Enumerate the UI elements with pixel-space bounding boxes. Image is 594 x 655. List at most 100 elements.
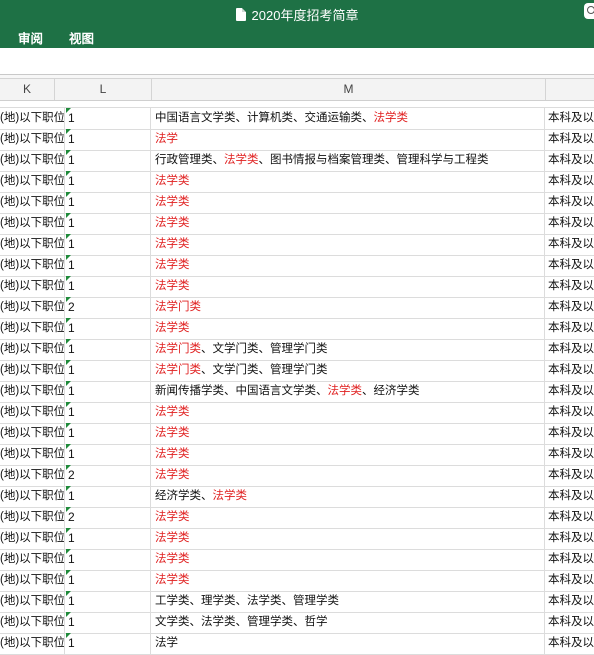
cell-l[interactable]: 1 xyxy=(66,633,151,654)
cell-n[interactable]: 本科及以 xyxy=(546,633,594,654)
cell-l[interactable]: 2 xyxy=(66,507,151,528)
cell-k[interactable]: (地)以下职位 xyxy=(0,150,65,171)
cell-k[interactable]: (地)以下职位 xyxy=(0,528,65,549)
formula-bar[interactable] xyxy=(0,48,594,75)
cell-k[interactable]: (地)以下职位 xyxy=(0,486,65,507)
cell-m[interactable]: 中国语言文学类、计算机类、交通运输类、法学类 xyxy=(152,108,545,129)
cell-l[interactable]: 1 xyxy=(66,402,151,423)
cell-m[interactable]: 法学类 xyxy=(152,507,545,528)
cell-k[interactable]: (地)以下职位 xyxy=(0,360,65,381)
spreadsheet-grid[interactable]: (地)以下职位 1 中国语言文学类、计算机类、交通运输类、法学类 本科及以 (地)以下职… xyxy=(0,101,594,655)
cell-l[interactable]: 1 xyxy=(66,612,151,633)
tab-review[interactable]: 审阅 xyxy=(18,28,43,47)
cell-m[interactable]: 法学类 xyxy=(152,255,545,276)
cell-l[interactable]: 1 xyxy=(66,255,151,276)
cell-k[interactable]: (地)以下职位 xyxy=(0,549,65,570)
cell-m[interactable]: 法学类 xyxy=(152,171,545,192)
cell-k[interactable]: (地)以下职位 xyxy=(0,423,65,444)
cell-k[interactable]: (地)以下职位 xyxy=(0,465,65,486)
cell-l[interactable]: 1 xyxy=(66,234,151,255)
cell-k[interactable]: (地)以下职位 xyxy=(0,255,65,276)
cell-n[interactable]: 本科及以 xyxy=(546,423,594,444)
column-header-n[interactable] xyxy=(546,79,594,100)
cell-k[interactable]: (地)以下职位 xyxy=(0,129,65,150)
cell-k[interactable]: (地)以下职位 xyxy=(0,192,65,213)
cell-m[interactable]: 行政管理类、法学类、图书情报与档案管理类、管理科学与工程类 xyxy=(152,150,545,171)
cell-l[interactable]: 1 xyxy=(66,486,151,507)
column-header-m[interactable]: M xyxy=(152,79,546,100)
cell-l[interactable]: 1 xyxy=(66,108,151,129)
cell-m[interactable]: 法学 xyxy=(152,129,545,150)
cell-l[interactable]: 1 xyxy=(66,129,151,150)
cell-k[interactable]: (地)以下职位 xyxy=(0,570,65,591)
cell-m[interactable]: 法学类 xyxy=(152,465,545,486)
cell-l[interactable]: 1 xyxy=(66,171,151,192)
tab-view[interactable]: 视图 xyxy=(69,28,94,47)
cell-k[interactable]: (地)以下职位 xyxy=(0,339,65,360)
cell-k[interactable]: (地)以下职位 xyxy=(0,213,65,234)
cell-l[interactable]: 2 xyxy=(66,465,151,486)
column-header-k[interactable]: K xyxy=(0,79,55,100)
cell-k[interactable]: (地)以下职位 xyxy=(0,402,65,423)
cell-n[interactable]: 本科及以 xyxy=(546,444,594,465)
cell-n[interactable]: 本科及以 xyxy=(546,150,594,171)
cell-l[interactable]: 1 xyxy=(66,213,151,234)
cell-m[interactable]: 法学类 xyxy=(152,402,545,423)
cell-m[interactable]: 工学类、理学类、法学类、管理学类 xyxy=(152,591,545,612)
cell-n[interactable]: 本科及以 xyxy=(546,528,594,549)
cell-m[interactable]: 新闻传播学类、中国语言文学类、法学类、经济学类 xyxy=(152,381,545,402)
cell-n[interactable]: 本科及以 xyxy=(546,591,594,612)
cell-m[interactable]: 法学类 xyxy=(152,318,545,339)
cell-n[interactable]: 本科及以 xyxy=(546,339,594,360)
cell-m[interactable]: 法学类 xyxy=(152,213,545,234)
cell-m[interactable]: 法学类 xyxy=(152,234,545,255)
cell-n[interactable]: 本科及以 xyxy=(546,129,594,150)
cell-n[interactable]: 本科及以 xyxy=(546,612,594,633)
cell-m[interactable]: 法学类 xyxy=(152,570,545,591)
cell-k[interactable]: (地)以下职位 xyxy=(0,444,65,465)
cell-m[interactable]: 法学类 xyxy=(152,549,545,570)
cell-l[interactable]: 2 xyxy=(66,297,151,318)
cell-l[interactable]: 1 xyxy=(66,150,151,171)
cell-m[interactable]: 法学类 xyxy=(152,444,545,465)
cell-l[interactable]: 1 xyxy=(66,444,151,465)
cell-m[interactable]: 法学类 xyxy=(152,528,545,549)
cell-k[interactable]: (地)以下职位 xyxy=(0,276,65,297)
cell-n[interactable]: 本科及以 xyxy=(546,402,594,423)
cell-n[interactable]: 本科及以 xyxy=(546,108,594,129)
cell-n[interactable]: 本科及以 xyxy=(546,171,594,192)
cell-m[interactable]: 法学类 xyxy=(152,192,545,213)
cell-l[interactable]: 1 xyxy=(66,318,151,339)
cell-m[interactable]: 经济学类、法学类 xyxy=(152,486,545,507)
cell-n[interactable]: 本科及以 xyxy=(546,381,594,402)
cell-m[interactable]: 法学类 xyxy=(152,423,545,444)
search-icon[interactable] xyxy=(584,3,594,19)
cell-m[interactable]: 法学门类、文学门类、管理学门类 xyxy=(152,339,545,360)
cell-k[interactable]: (地)以下职位 xyxy=(0,591,65,612)
cell-m[interactable]: 法学门类 xyxy=(152,297,545,318)
cell-l[interactable]: 1 xyxy=(66,591,151,612)
cell-n[interactable]: 本科及以 xyxy=(546,465,594,486)
cell-n[interactable]: 本科及以 xyxy=(546,570,594,591)
cell-l[interactable]: 1 xyxy=(66,381,151,402)
cell-n[interactable]: 本科及以 xyxy=(546,486,594,507)
cell-n[interactable]: 本科及以 xyxy=(546,549,594,570)
cell-n[interactable]: 本科及以 xyxy=(546,213,594,234)
cell-n[interactable]: 本科及以 xyxy=(546,192,594,213)
cell-l[interactable]: 1 xyxy=(66,276,151,297)
cell-k[interactable]: (地)以下职位 xyxy=(0,633,65,654)
cell-m[interactable]: 法学类 xyxy=(152,276,545,297)
cell-n[interactable]: 本科及以 xyxy=(546,360,594,381)
cell-l[interactable]: 1 xyxy=(66,423,151,444)
cell-l[interactable]: 1 xyxy=(66,360,151,381)
cell-l[interactable]: 1 xyxy=(66,192,151,213)
cell-m[interactable]: 法学 xyxy=(152,633,545,654)
cell-m[interactable]: 文学类、法学类、管理学类、哲学 xyxy=(152,612,545,633)
cell-l[interactable]: 1 xyxy=(66,528,151,549)
cell-n[interactable]: 本科及以 xyxy=(546,234,594,255)
cell-n[interactable]: 本科及以 xyxy=(546,318,594,339)
cell-l[interactable]: 1 xyxy=(66,570,151,591)
cell-k[interactable]: (地)以下职位 xyxy=(0,108,65,129)
cell-n[interactable]: 本科及以 xyxy=(546,297,594,318)
cell-k[interactable]: (地)以下职位 xyxy=(0,171,65,192)
